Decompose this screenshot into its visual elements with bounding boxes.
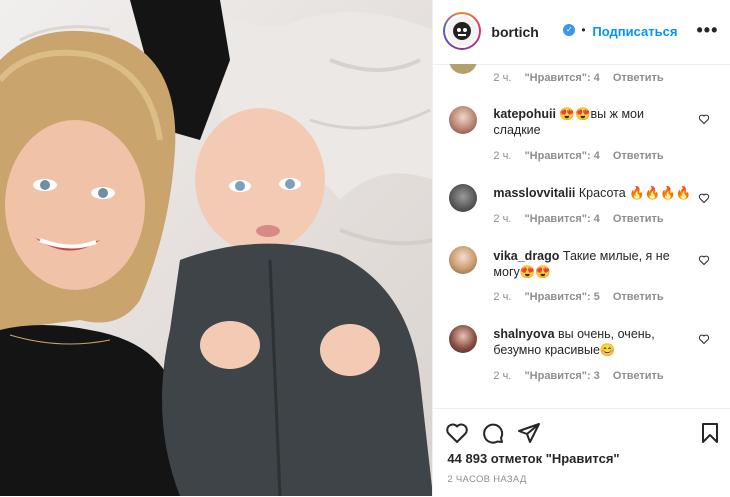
post-side-panel: bortich ✓ • Подписаться ••• 2 ч. "Нравит… (432, 0, 730, 496)
comment-meta: 2 ч. "Нравится": 4 Ответить (493, 72, 673, 84)
send-icon[interactable] (517, 421, 541, 445)
comment-time: 2 ч. (493, 150, 512, 162)
comment-avatar[interactable] (449, 64, 478, 74)
bookmark-icon[interactable] (698, 421, 722, 445)
post-author-username[interactable]: bortich (491, 24, 538, 40)
comment-meta: 2 ч. "Нравится": 4 Ответить (493, 213, 673, 225)
comment-time: 2 ч. (493, 72, 512, 84)
comment-avatar[interactable] (449, 106, 478, 134)
header-separator: • (581, 23, 586, 37)
comment-like-heart-icon[interactable] (698, 113, 710, 125)
comment-likes[interactable]: "Нравится": 3 (524, 370, 599, 382)
comment-text: masslovvitalii Красота 🔥🔥🔥🔥 (493, 185, 693, 201)
comment-time: 2 ч. (493, 370, 512, 382)
comment-text: shalnyova вы очень, очень, безумно краси… (493, 326, 693, 358)
comment-username[interactable]: vika_drago (493, 249, 559, 263)
reply-button[interactable]: Ответить (613, 150, 664, 162)
reply-button[interactable]: Ответить (613, 213, 664, 225)
comment-likes[interactable]: "Нравится": 5 (524, 291, 599, 303)
more-options-icon[interactable]: ••• (697, 20, 719, 41)
comment-text: katepohuii 😍😍вы ж мои сладкие (493, 106, 693, 138)
photo-illustration (0, 0, 433, 496)
comment-likes[interactable]: "Нравится": 4 (524, 150, 599, 162)
comment-username[interactable]: shalnyova (493, 327, 554, 341)
post-timestamp[interactable]: 2 ЧАСОВ НАЗАД (447, 474, 526, 485)
comment-like-heart-icon[interactable] (698, 192, 710, 204)
heart-icon[interactable] (445, 421, 469, 445)
likes-count[interactable]: 44 893 отметок "Нравится" (447, 451, 619, 466)
profile-logo (447, 16, 478, 46)
post-view: bortich ✓ • Подписаться ••• 2 ч. "Нравит… (0, 0, 730, 496)
comment-icon[interactable] (481, 421, 505, 445)
comment-likes[interactable]: "Нравится": 4 (524, 72, 599, 84)
comment-meta: 2 ч. "Нравится": 3 Ответить (493, 370, 673, 382)
comment-avatar[interactable] (449, 184, 478, 212)
comment-body: Красота 🔥🔥🔥🔥 (578, 186, 692, 200)
comment-text: vika_drago Такие милые, я не могу😍😍 (493, 248, 693, 280)
post-photo[interactable] (0, 0, 433, 496)
comment-username[interactable]: masslovvitalii (493, 186, 575, 200)
comment-likes[interactable]: "Нравится": 4 (524, 213, 599, 225)
comment-avatar[interactable] (449, 325, 478, 353)
comment-time: 2 ч. (493, 213, 512, 225)
comment-like-heart-icon[interactable] (698, 254, 710, 266)
comment-meta: 2 ч. "Нравится": 5 Ответить (493, 291, 673, 303)
profile-avatar[interactable] (443, 12, 482, 50)
comment-username[interactable]: katepohuii (493, 107, 556, 121)
comment-avatar[interactable] (449, 246, 478, 274)
reply-button[interactable]: Ответить (613, 291, 664, 303)
verified-badge-icon: ✓ (563, 24, 576, 36)
comments-list: 2 ч. "Нравится": 4 Ответить katepohuii 😍… (433, 64, 730, 408)
post-actions: 44 893 отметок "Нравится" 2 ЧАСОВ НАЗАД (433, 408, 730, 497)
post-header: bortich ✓ • Подписаться ••• (433, 0, 730, 65)
comment-time: 2 ч. (493, 291, 512, 303)
comment-meta: 2 ч. "Нравится": 4 Ответить (493, 150, 673, 162)
comment-like-heart-icon[interactable] (698, 333, 710, 345)
reply-button[interactable]: Ответить (613, 72, 664, 84)
reply-button[interactable]: Ответить (613, 370, 664, 382)
follow-button[interactable]: Подписаться (592, 24, 677, 39)
